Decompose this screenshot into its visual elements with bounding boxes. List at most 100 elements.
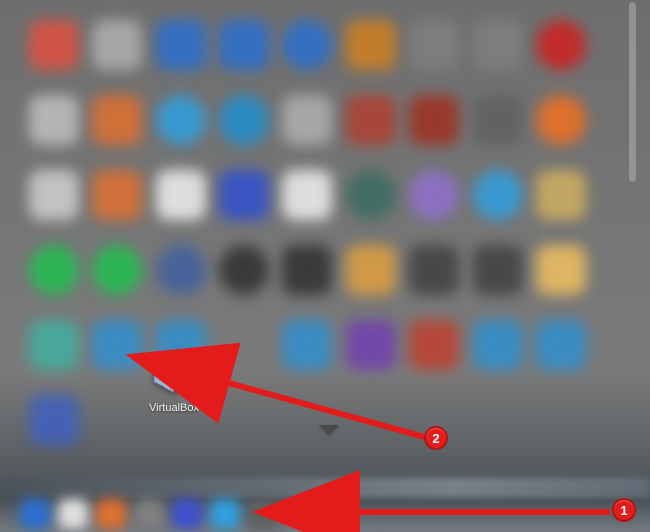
blurred-app-icon xyxy=(473,20,523,70)
blurred-app-cell[interactable] xyxy=(25,386,82,455)
blurred-app-cell[interactable] xyxy=(279,85,336,154)
blurred-app-icon xyxy=(409,95,459,145)
blurred-app-cell[interactable] xyxy=(25,85,82,154)
blurred-app-icon xyxy=(409,245,459,295)
blurred-app-cell[interactable] xyxy=(406,160,463,229)
blurred-app-cell[interactable] xyxy=(279,10,336,79)
blurred-app-cell[interactable] xyxy=(406,235,463,304)
blurred-app-cell[interactable] xyxy=(215,160,272,229)
blurred-app-icon xyxy=(473,320,523,370)
blurred-app-cell[interactable] xyxy=(152,85,209,154)
blurred-app-icon xyxy=(346,95,396,145)
blurred-app-icon xyxy=(282,320,332,370)
blurred-app-icon xyxy=(92,95,142,145)
blurred-app-cell[interactable] xyxy=(342,311,399,380)
blurred-app-icon xyxy=(92,170,142,220)
blurred-app-cell[interactable] xyxy=(25,160,82,229)
blurred-app-cell[interactable] xyxy=(215,235,272,304)
scrollbar[interactable] xyxy=(629,2,636,182)
blurred-app-icon xyxy=(346,320,396,370)
blurred-app-cell[interactable] xyxy=(533,386,590,455)
blurred-app-cell[interactable] xyxy=(279,386,336,455)
blurred-app-icon xyxy=(219,95,269,145)
blurred-app-icon xyxy=(473,95,523,145)
blurred-app-icon xyxy=(282,95,332,145)
blurred-app-icon xyxy=(219,170,269,220)
app-label: VirtualBox xyxy=(149,402,199,414)
blurred-app-cell[interactable] xyxy=(342,386,399,455)
applications-stack-grid: vbox VirtualBox xyxy=(0,0,640,475)
blurred-app-cell[interactable] xyxy=(342,160,399,229)
blurred-app-cell[interactable] xyxy=(469,386,526,455)
blurred-app-cell[interactable] xyxy=(25,235,82,304)
blurred-app-cell[interactable] xyxy=(152,235,209,304)
blurred-app-cell[interactable] xyxy=(533,160,590,229)
blurred-app-icon xyxy=(409,320,459,370)
blurred-app-icon xyxy=(29,320,79,370)
blurred-app-cell[interactable] xyxy=(25,10,82,79)
blurred-app-cell[interactable] xyxy=(469,85,526,154)
blurred-app-icon xyxy=(156,20,206,70)
blurred-app-cell[interactable] xyxy=(533,85,590,154)
blurred-app-cell[interactable] xyxy=(215,311,272,380)
app-grid xyxy=(0,0,615,465)
blurred-app-icon xyxy=(156,170,206,220)
blurred-app-cell[interactable] xyxy=(152,160,209,229)
blurred-app-icon xyxy=(92,20,142,70)
blurred-app-cell[interactable] xyxy=(279,160,336,229)
blurred-app-cell[interactable] xyxy=(88,235,145,304)
blurred-app-icon xyxy=(282,20,332,70)
blurred-app-icon xyxy=(409,170,459,220)
blurred-app-cell[interactable] xyxy=(469,10,526,79)
blurred-app-cell[interactable] xyxy=(152,10,209,79)
dock xyxy=(0,484,650,532)
blurred-app-icon xyxy=(409,20,459,70)
blurred-app-icon xyxy=(536,95,586,145)
blurred-app-icon xyxy=(156,95,206,145)
blurred-app-icon xyxy=(282,245,332,295)
stack-expand-button[interactable] xyxy=(300,498,330,524)
blurred-app-icon xyxy=(536,245,586,295)
blurred-app-cell[interactable] xyxy=(25,311,82,380)
blurred-app-icon xyxy=(473,245,523,295)
blurred-app-cell[interactable] xyxy=(406,85,463,154)
blurred-app-icon xyxy=(156,245,206,295)
blurred-app-cell[interactable] xyxy=(279,235,336,304)
blurred-app-cell[interactable] xyxy=(342,10,399,79)
blurred-app-cell[interactable] xyxy=(342,235,399,304)
blurred-app-cell[interactable] xyxy=(215,10,272,79)
blurred-app-cell[interactable] xyxy=(533,235,590,304)
stack-pointer-icon xyxy=(319,425,339,435)
blurred-app-icon xyxy=(346,20,396,70)
blurred-app-cell[interactable] xyxy=(88,311,145,380)
blurred-app-icon xyxy=(29,245,79,295)
blurred-app-cell[interactable] xyxy=(88,386,145,455)
blurred-app-cell[interactable] xyxy=(469,235,526,304)
blurred-app-cell[interactable] xyxy=(88,85,145,154)
blurred-app-icon xyxy=(536,320,586,370)
blurred-app-cell[interactable] xyxy=(469,311,526,380)
blurred-app-cell[interactable] xyxy=(215,85,272,154)
annotation-badge-1: 1 xyxy=(612,498,636,522)
blurred-app-cell[interactable] xyxy=(406,311,463,380)
blurred-app-cell[interactable] xyxy=(342,85,399,154)
blurred-app-icon xyxy=(29,395,79,445)
blurred-app-cell[interactable] xyxy=(279,311,336,380)
virtualbox-app[interactable]: vbox VirtualBox xyxy=(148,346,200,414)
virtualbox-icon: vbox xyxy=(148,346,200,398)
blurred-app-cell[interactable] xyxy=(406,10,463,79)
annotation-badge-2: 2 xyxy=(424,426,448,450)
blurred-app-icon xyxy=(29,170,79,220)
blurred-app-icon xyxy=(219,20,269,70)
blurred-app-cell[interactable] xyxy=(533,311,590,380)
blurred-app-cell[interactable] xyxy=(88,160,145,229)
blurred-app-cell[interactable] xyxy=(88,10,145,79)
blurred-app-icon xyxy=(29,20,79,70)
blurred-app-cell[interactable] xyxy=(533,10,590,79)
blurred-app-icon xyxy=(92,320,142,370)
blurred-app-icon xyxy=(536,170,586,220)
blurred-app-icon xyxy=(346,170,396,220)
blurred-app-cell[interactable] xyxy=(469,160,526,229)
blurred-app-icon xyxy=(282,170,332,220)
blurred-app-cell[interactable] xyxy=(215,386,272,455)
